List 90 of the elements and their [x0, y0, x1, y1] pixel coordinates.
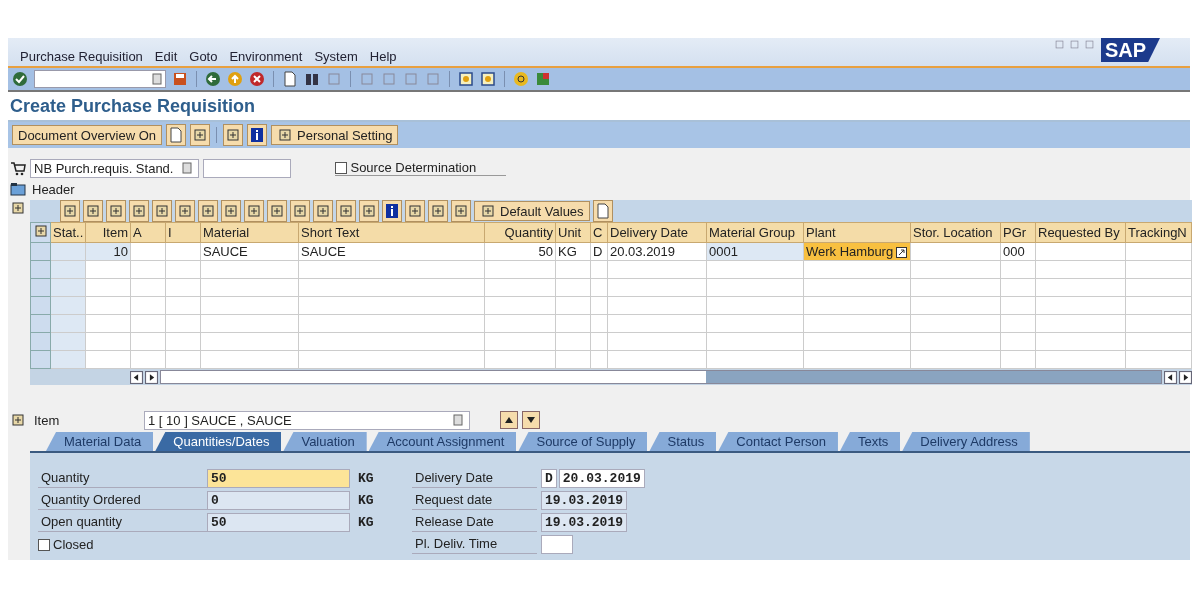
- item-dropdown[interactable]: 1 [ 10 ] SAUCE , SAUCE: [144, 410, 470, 430]
- field-label: Request date: [412, 491, 537, 510]
- column-header[interactable]: Plant: [803, 222, 911, 243]
- command-field[interactable]: [34, 70, 166, 88]
- quantity-field[interactable]: 50: [207, 469, 350, 488]
- document-type-dropdown[interactable]: NB Purch.requis. Stand.: [30, 158, 200, 178]
- help-icon[interactable]: [513, 71, 529, 87]
- table-cell: 000: [1000, 242, 1036, 261]
- cancel-icon[interactable]: [249, 71, 265, 87]
- info-icon[interactable]: [249, 127, 265, 143]
- logo: SAP: [1100, 38, 1160, 62]
- tab[interactable]: Texts: [839, 432, 901, 451]
- checkbox[interactable]: [335, 161, 348, 174]
- save-icon[interactable]: [172, 71, 188, 87]
- field-label: Quantity Ordered: [38, 491, 207, 510]
- column-header[interactable]: I: [165, 222, 201, 243]
- table-cell: SAUCE: [200, 242, 299, 261]
- tab[interactable]: Valuation: [283, 432, 367, 451]
- document-number-field[interactable]: [203, 158, 292, 178]
- unit-label: KG: [358, 493, 375, 508]
- date-field[interactable]: 19.03.2019: [541, 491, 627, 510]
- column-header[interactable]: PGr: [1000, 222, 1036, 243]
- enter-icon[interactable]: [12, 71, 28, 87]
- scroll-right-icon[interactable]: [145, 370, 158, 384]
- column-header[interactable]: Material: [200, 222, 299, 243]
- tab[interactable]: Delivery Address: [902, 432, 1030, 451]
- time-field[interactable]: [541, 535, 573, 554]
- back-icon[interactable]: [205, 71, 221, 87]
- table-cell: KG: [555, 242, 591, 261]
- field-label: Release Date: [412, 513, 537, 532]
- field-label: Pl. Deliv. Time: [412, 535, 537, 554]
- next-item-button[interactable]: [522, 411, 540, 429]
- date-type-field[interactable]: D: [541, 469, 557, 488]
- field-label: Quantity: [38, 469, 207, 488]
- tab[interactable]: Quantities/Dates: [155, 432, 282, 451]
- dropdown-icon: [450, 412, 466, 428]
- column-header[interactable]: Short Text: [298, 222, 485, 243]
- quantity-field[interactable]: 50: [207, 513, 350, 532]
- page-title: Create Purchase Requisition: [8, 92, 1190, 122]
- column-header[interactable]: Material Group: [706, 222, 804, 243]
- value-help-icon[interactable]: [896, 247, 908, 259]
- table-cell: D: [590, 242, 608, 261]
- column-header[interactable]: Item: [85, 222, 131, 243]
- tab[interactable]: Status: [649, 432, 717, 451]
- tab[interactable]: Material Data: [46, 432, 154, 451]
- menu-item[interactable]: Purchase Requisition: [20, 49, 143, 64]
- tab[interactable]: Source of Supply: [518, 432, 648, 451]
- dropdown-icon[interactable]: [149, 71, 165, 87]
- info-icon[interactable]: [384, 203, 400, 219]
- date-field[interactable]: 20.03.2019: [558, 469, 645, 488]
- menu-item[interactable]: Help: [369, 49, 397, 64]
- personal-setting-button[interactable]: Personal Setting: [271, 125, 399, 145]
- table-cell: SAUCE: [298, 242, 485, 261]
- checkbox-label: Source Determination: [350, 160, 477, 175]
- column-header[interactable]: A: [130, 222, 166, 243]
- unit-label: KG: [358, 515, 375, 530]
- column-header[interactable]: Stat..: [50, 222, 86, 243]
- menu-item[interactable]: System: [314, 49, 358, 64]
- table-cell: 50: [484, 242, 556, 261]
- scroll-right-icon[interactable]: [1179, 370, 1192, 384]
- field-label: Open quantity: [38, 513, 207, 532]
- quantity-field[interactable]: 0: [207, 491, 350, 510]
- default-values-button[interactable]: Default Values: [474, 201, 590, 221]
- tab[interactable]: Account Assignment: [368, 432, 517, 451]
- table-cell: 20.03.2019: [607, 242, 707, 261]
- scroll-left-icon[interactable]: [130, 370, 143, 384]
- column-header[interactable]: Delivery Date: [607, 222, 707, 243]
- date-field[interactable]: 19.03.2019: [541, 513, 627, 532]
- document-overview-button[interactable]: Document Overview On: [12, 125, 162, 145]
- horizontal-scrollbar[interactable]: [160, 370, 1162, 384]
- checkbox[interactable]: [38, 538, 50, 551]
- header-label: Header: [32, 181, 75, 197]
- checkbox-label: Closed: [53, 537, 94, 552]
- column-header[interactable]: Quantity: [484, 222, 556, 243]
- scroll-left-icon[interactable]: [1164, 370, 1177, 384]
- menu-item[interactable]: Edit: [154, 49, 178, 64]
- cart-icon[interactable]: [10, 160, 26, 176]
- column-header[interactable]: Requested By: [1035, 222, 1126, 243]
- menu-item[interactable]: Environment: [229, 49, 303, 64]
- column-header[interactable]: Unit: [555, 222, 591, 243]
- item-label: Item: [34, 412, 61, 428]
- tab[interactable]: Contact Person: [718, 432, 838, 451]
- header-folder-icon[interactable]: [10, 181, 26, 197]
- field-label: Delivery Date: [412, 469, 537, 488]
- unit-label: KG: [358, 471, 375, 486]
- new-document-icon[interactable]: [168, 127, 184, 143]
- column-header[interactable]: Stor. Location: [910, 222, 1001, 243]
- column-header[interactable]: TrackingN: [1125, 222, 1192, 243]
- menu-item[interactable]: Goto: [189, 49, 218, 64]
- previous-item-button[interactable]: [500, 411, 518, 429]
